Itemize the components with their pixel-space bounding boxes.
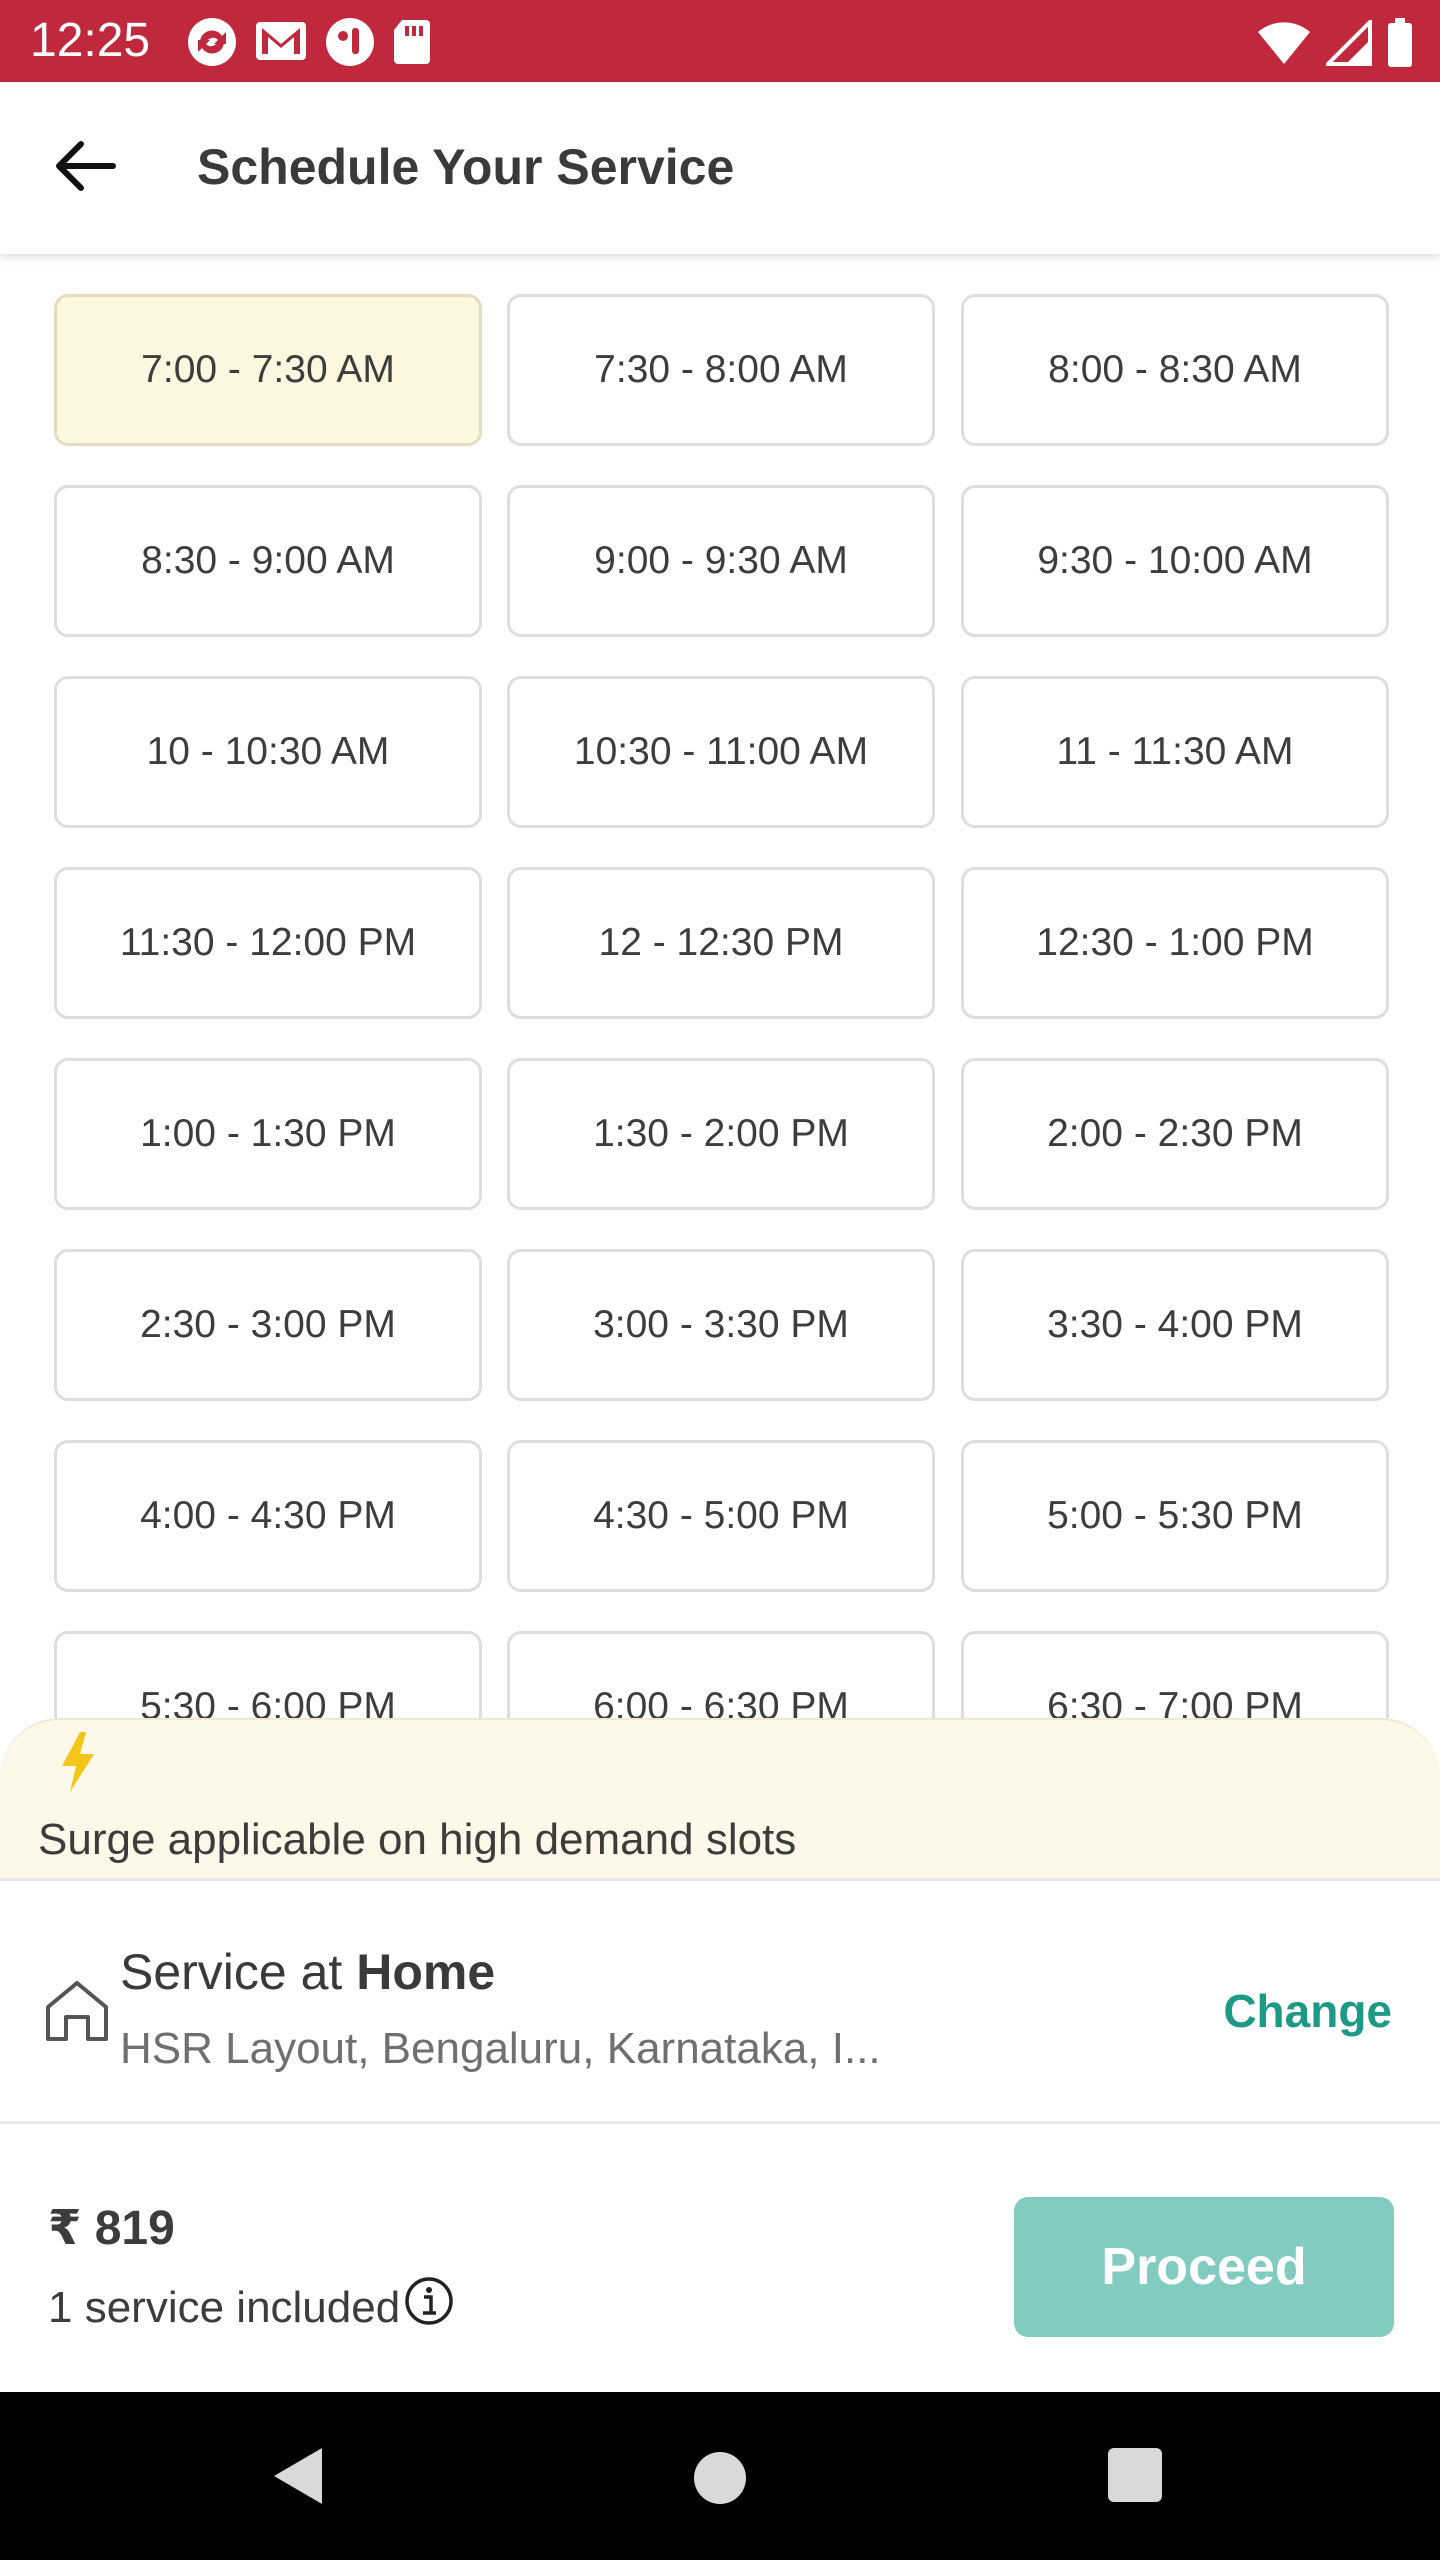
time-slot[interactable]: 9:00 - 9:30 AM [507,485,935,637]
sync-icon [186,16,238,68]
time-slot[interactable]: 6:00 - 6:30 PM [507,1631,935,1718]
time-slot[interactable]: 4:00 - 4:30 PM [54,1440,482,1592]
address-text: HSR Layout, Bengaluru, Karnataka, I... [120,2024,881,2073]
system-icons [1256,17,1414,73]
time-slot[interactable]: 10:30 - 11:00 AM [507,676,935,828]
app-icon [324,16,376,68]
nav-recents-icon[interactable] [1108,2448,1162,2502]
total-price: ₹ 819 [48,2202,175,2255]
time-slot[interactable]: 10 - 10:30 AM [54,676,482,828]
time-slot[interactable]: 3:30 - 4:00 PM [961,1249,1389,1401]
checkout-footer: ₹ 819 1 service included Proceed [0,2124,1440,2392]
services-included-row: 1 service included [48,2276,454,2340]
time-slot[interactable]: 11 - 11:30 AM [961,676,1389,828]
time-slots-grid[interactable]: 7:00 - 7:30 AM 7:30 - 8:00 AM 8:00 - 8:30 … [0,254,1440,1718]
home-icon [42,1977,112,2048]
time-slot[interactable]: 1:30 - 2:00 PM [507,1058,935,1210]
service-prefix: Service at [120,1944,357,2000]
app-bar: Schedule Your Service [0,82,1440,254]
time-slot[interactable]: 7:30 - 8:00 AM [507,294,935,446]
service-location: Home [356,1944,496,2000]
surge-banner: Surge applicable on high demand slots [0,1718,1440,1878]
change-address-button[interactable]: Change [1223,1983,1392,2039]
time-slot[interactable]: 5:00 - 5:30 PM [961,1440,1389,1592]
nav-back-icon[interactable] [272,2446,326,2511]
lightning-icon [56,1730,100,1799]
proceed-button[interactable]: Proceed [1014,2197,1394,2337]
time-slot[interactable]: 1:00 - 1:30 PM [54,1058,482,1210]
time-slot[interactable]: 4:30 - 5:00 PM [507,1440,935,1592]
surge-text: Surge applicable on high demand slots [38,1815,797,1864]
time-slot[interactable]: 6:30 - 7:00 PM [961,1631,1389,1718]
time-slot[interactable]: 2:30 - 3:00 PM [54,1249,482,1401]
back-button[interactable] [40,128,130,208]
battery-icon [1386,18,1414,73]
time-slot[interactable]: 8:30 - 9:00 AM [54,485,482,637]
time-slot[interactable]: 7:00 - 7:30 AM [54,294,482,446]
system-nav-bar [0,2392,1440,2560]
service-location-line: Service at Home [120,1941,495,2003]
status-time: 12:25 [30,14,151,67]
page-title: Schedule Your Service [197,139,735,195]
info-icon[interactable] [404,2276,454,2340]
time-slot[interactable]: 3:00 - 3:30 PM [507,1249,935,1401]
wifi-icon [1256,20,1312,71]
notification-icons [186,16,432,68]
sd-card-icon [392,16,432,68]
nav-home-icon[interactable] [694,2452,746,2504]
service-address-section: Service at Home HSR Layout, Bengaluru, K… [0,1878,1440,2124]
status-bar: 12:25 [0,0,1440,82]
time-slot[interactable]: 5:30 - 6:00 PM [54,1631,482,1718]
arrow-left-icon [53,138,117,199]
services-included-text: 1 service included [48,2283,401,2332]
signal-icon [1323,17,1372,71]
time-slot[interactable]: 12:30 - 1:00 PM [961,867,1389,1019]
time-slot[interactable]: 8:00 - 8:30 AM [961,294,1389,446]
time-slot[interactable]: 2:00 - 2:30 PM [961,1058,1389,1210]
time-slot[interactable]: 9:30 - 10:00 AM [961,485,1389,637]
gmail-icon [254,16,308,68]
time-slot[interactable]: 12 - 12:30 PM [507,867,935,1019]
time-slot[interactable]: 11:30 - 12:00 PM [54,867,482,1019]
